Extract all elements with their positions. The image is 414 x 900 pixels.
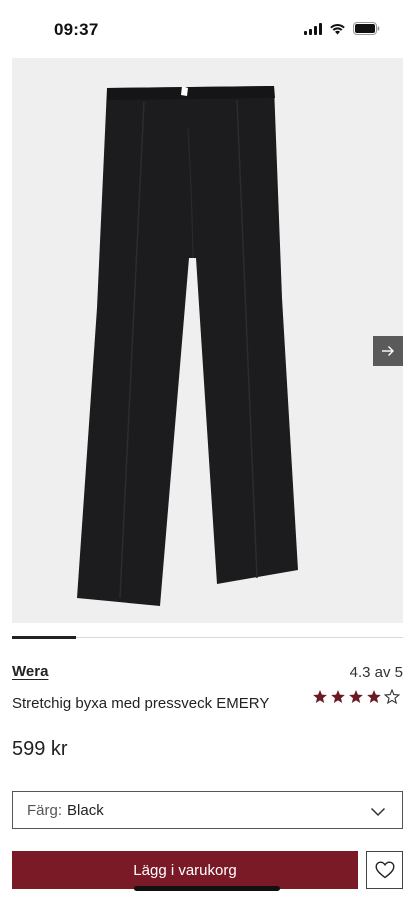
star-filled-icon bbox=[331, 690, 345, 703]
battery-icon bbox=[353, 22, 380, 35]
home-indicator bbox=[134, 886, 280, 891]
star-filled-icon bbox=[367, 690, 381, 703]
color-select-label: Färg: bbox=[27, 801, 63, 819]
star-filled-icon bbox=[349, 690, 363, 703]
heart-icon bbox=[374, 861, 395, 879]
wishlist-button[interactable] bbox=[366, 851, 403, 889]
color-select-value: Black bbox=[67, 801, 104, 819]
status-icons bbox=[304, 22, 380, 35]
signal-icon bbox=[304, 22, 322, 35]
add-to-cart-label: Lägg i varukorg bbox=[133, 861, 237, 879]
brand-link[interactable]: Wera bbox=[12, 663, 48, 680]
arrow-right-icon bbox=[382, 346, 394, 356]
status-time: 09:37 bbox=[54, 20, 99, 39]
product-name: Stretchig byxa med pressveck EMERY bbox=[12, 695, 270, 712]
product-image[interactable] bbox=[12, 58, 403, 623]
next-image-button[interactable] bbox=[373, 336, 403, 366]
rating-stars[interactable] bbox=[312, 689, 400, 705]
star-filled-icon bbox=[313, 690, 327, 703]
color-select[interactable]: Färg: Black bbox=[12, 791, 403, 829]
chevron-down-icon bbox=[370, 804, 386, 822]
trousers-illustration bbox=[77, 86, 298, 606]
rating-text: 4.3 av 5 bbox=[349, 664, 403, 681]
carousel-active-indicator bbox=[12, 636, 76, 639]
add-to-cart-button[interactable]: Lägg i varukorg bbox=[12, 851, 358, 889]
status-bar: 09:37 bbox=[0, 0, 414, 58]
star-empty-icon bbox=[384, 689, 400, 705]
wifi-icon bbox=[329, 23, 346, 35]
product-price: 599 kr bbox=[12, 738, 68, 760]
